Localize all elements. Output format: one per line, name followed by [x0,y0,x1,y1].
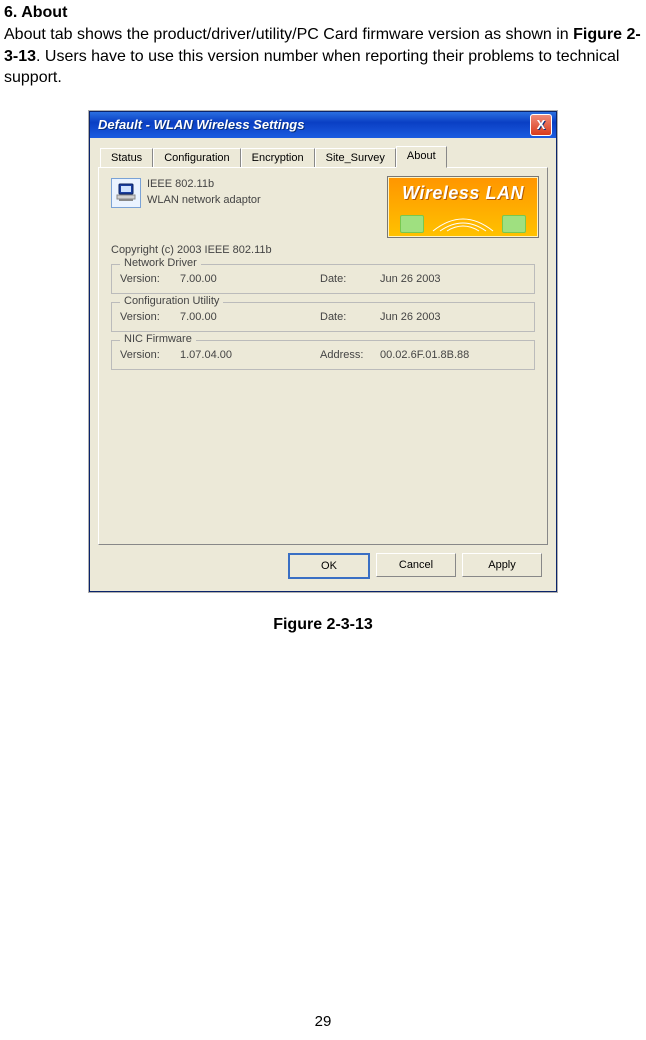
group-config-utility-legend: Configuration Utility [120,295,223,307]
tab-status-label: Status [111,152,142,164]
group-network-driver: Network Driver Version: 7.00.00 Date: Ju… [111,264,535,294]
tab-status[interactable]: Status [100,148,153,167]
utility-date-label: Date: [320,311,380,323]
cancel-button-label: Cancel [399,559,433,571]
product-line1: IEEE 802.11b [147,176,261,193]
intro-paragraph: About tab shows the product/driver/utili… [4,24,642,89]
tab-about-label: About [407,150,436,162]
firmware-address-label: Address: [320,349,380,361]
apply-button[interactable]: Apply [462,553,542,577]
tab-site-survey-label: Site_Survey [326,152,385,164]
tab-about[interactable]: About [396,146,447,168]
window-title: Default - WLAN Wireless Settings [94,117,530,132]
product-line2: WLAN network adaptor [147,192,261,209]
wireless-lan-logo-text: Wireless LAN [388,177,538,204]
wireless-lan-logo: Wireless LAN [387,176,539,238]
tab-strip: Status Configuration Encryption Site_Sur… [100,146,548,167]
firmware-version-label: Version: [120,349,180,361]
logo-device-left-icon [400,215,424,233]
tab-site-survey[interactable]: Site_Survey [315,148,396,167]
firmware-version-value: 1.07.04.00 [180,349,320,361]
driver-version-label: Version: [120,273,180,285]
adapter-icon [111,178,141,208]
tab-configuration[interactable]: Configuration [153,148,240,167]
client-area: Status Configuration Encryption Site_Sur… [90,138,556,591]
group-network-driver-legend: Network Driver [120,257,201,269]
group-nic-firmware: NIC Firmware Version: 1.07.04.00 Address… [111,340,535,370]
firmware-address-value: 00.02.6F.01.8B.88 [380,349,526,361]
group-nic-firmware-legend: NIC Firmware [120,333,196,345]
about-panel: IEEE 802.11b WLAN network adaptor Wirele… [98,167,548,545]
apply-button-label: Apply [488,559,516,571]
product-text: IEEE 802.11b WLAN network adaptor [147,176,261,209]
group-config-utility: Configuration Utility Version: 7.00.00 D… [111,302,535,332]
tab-configuration-label: Configuration [164,152,229,164]
section-heading: 6. About [4,4,642,22]
ok-button[interactable]: OK [288,553,370,579]
driver-date-value: Jun 26 2003 [380,273,526,285]
logo-waves-icon [428,213,498,235]
tab-encryption-label: Encryption [252,152,304,164]
driver-date-label: Date: [320,273,380,285]
utility-date-value: Jun 26 2003 [380,311,526,323]
close-icon: X [537,117,546,132]
driver-version-value: 7.00.00 [180,273,320,285]
close-button[interactable]: X [530,114,552,136]
para-after: . Users have to use this version number … [4,48,619,87]
page-number: 29 [0,1013,646,1030]
utility-version-value: 7.00.00 [180,311,320,323]
titlebar: Default - WLAN Wireless Settings X [90,112,556,138]
utility-version-label: Version: [120,311,180,323]
copyright-text: Copyright (c) 2003 IEEE 802.11b [111,244,539,256]
cancel-button[interactable]: Cancel [376,553,456,577]
tab-encryption[interactable]: Encryption [241,148,315,167]
ok-button-label: OK [321,560,337,572]
para-before: About tab shows the product/driver/utili… [4,26,573,43]
button-row: OK Cancel Apply [98,545,548,583]
logo-device-right-icon [502,215,526,233]
figure-caption: Figure 2-3-13 [4,616,642,634]
settings-window: Default - WLAN Wireless Settings X Statu… [89,111,557,592]
